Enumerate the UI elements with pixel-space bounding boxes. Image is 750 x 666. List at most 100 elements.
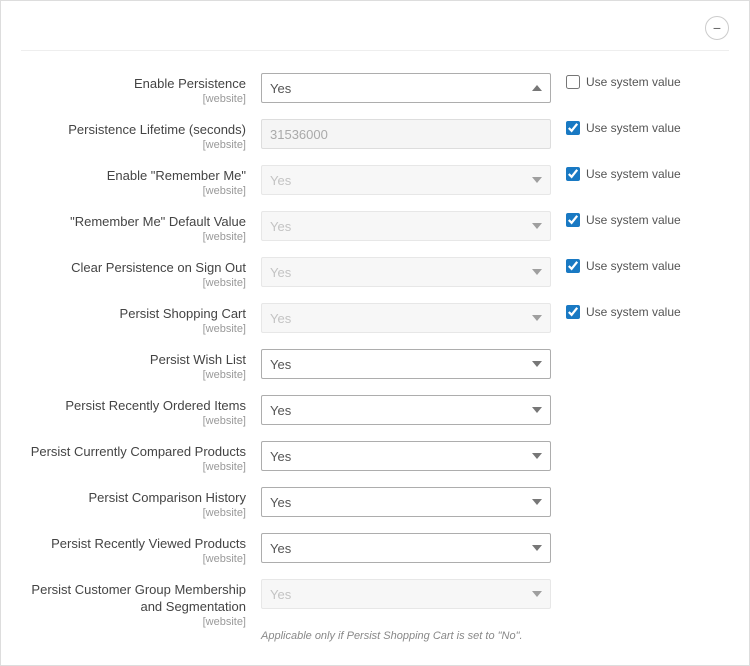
label-persist-comparison-history: Persist Comparison History (89, 490, 247, 505)
note-persist-customer-group: Applicable only if Persist Shopping Cart… (261, 630, 729, 642)
label-col-persist-customer-group: Persist Customer Group Membership and Se… (21, 575, 261, 628)
system-value-label-persist-shopping-cart[interactable]: Use system value (566, 305, 711, 319)
extra-col-persist-wish-list (551, 345, 711, 351)
label-col-persistence-lifetime: Persistence Lifetime (seconds) [website] (21, 115, 261, 151)
scope-persistence-lifetime: [website] (21, 139, 246, 151)
control-col-persist-comparison-history: Yes (261, 483, 551, 517)
system-value-label-persistence-lifetime[interactable]: Use system value (566, 121, 711, 135)
label-persist-wish-list: Persist Wish List (150, 352, 246, 367)
collapse-button[interactable]: − (705, 16, 729, 40)
form-row-persistence-lifetime: Persistence Lifetime (seconds) [website] U… (21, 115, 729, 153)
system-value-checkbox-persistence-lifetime[interactable] (566, 121, 580, 135)
scope-persist-wish-list: [website] (21, 369, 246, 381)
label-col-persist-recently-viewed: Persist Recently Viewed Products [website… (21, 529, 261, 565)
form-row-persist-wish-list: Persist Wish List [website] Yes (21, 345, 729, 383)
select-persist-currently-compared[interactable]: Yes (261, 441, 551, 471)
system-value-checkbox-enable-remember-me[interactable] (566, 167, 580, 181)
control-col-enable-remember-me: Yes (261, 161, 551, 195)
control-col-clear-persistence-sign-out: Yes (261, 253, 551, 287)
label-col-enable-persistence: Enable Persistence [website] (21, 69, 261, 105)
extra-col-persist-comparison-history (551, 483, 711, 489)
system-value-checkbox-enable-persistence[interactable] (566, 75, 580, 89)
label-col-persist-shopping-cart: Persist Shopping Cart [website] (21, 299, 261, 335)
scope-persist-shopping-cart: [website] (21, 323, 246, 335)
label-col-remember-me-default: "Remember Me" Default Value [website] (21, 207, 261, 243)
select-persist-comparison-history[interactable]: Yes (261, 487, 551, 517)
label-persist-shopping-cart: Persist Shopping Cart (120, 306, 246, 321)
form-row-remember-me-default: "Remember Me" Default Value [website] Yes U… (21, 207, 729, 245)
scope-persist-comparison-history: [website] (21, 507, 246, 519)
control-col-persist-recently-ordered: Yes (261, 391, 551, 425)
label-persist-currently-compared: Persist Currently Compared Products (31, 444, 246, 459)
system-value-label-enable-persistence[interactable]: Use system value (566, 75, 711, 89)
extra-col-persist-shopping-cart: Use system value (551, 299, 711, 319)
control-col-persist-currently-compared: Yes (261, 437, 551, 471)
extra-col-persist-customer-group (551, 575, 711, 581)
select-remember-me-default: Yes (261, 211, 551, 241)
label-col-persist-comparison-history: Persist Comparison History [website] (21, 483, 261, 519)
label-col-persist-currently-compared: Persist Currently Compared Products [webs… (21, 437, 261, 473)
select-persist-customer-group: Yes (261, 579, 551, 609)
scope-enable-remember-me: [website] (21, 185, 246, 197)
system-value-label-enable-remember-me[interactable]: Use system value (566, 167, 711, 181)
extra-col-persist-recently-ordered (551, 391, 711, 397)
scope-clear-persistence-sign-out: [website] (21, 277, 246, 289)
control-col-remember-me-default: Yes (261, 207, 551, 241)
select-enable-remember-me: Yes (261, 165, 551, 195)
label-col-persist-recently-ordered: Persist Recently Ordered Items [website] (21, 391, 261, 427)
form-row-enable-persistence: Enable Persistence [website] Yes Use system… (21, 69, 729, 107)
label-col-clear-persistence-sign-out: Clear Persistence on Sign Out [website] (21, 253, 261, 289)
scope-persist-recently-viewed: [website] (21, 553, 246, 565)
collapse-icon: − (713, 20, 721, 36)
form-row-persist-currently-compared: Persist Currently Compared Products [webs… (21, 437, 729, 475)
system-value-label-clear-persistence-sign-out[interactable]: Use system value (566, 259, 711, 273)
scope-remember-me-default: [website] (21, 231, 246, 243)
section-header: − (21, 16, 729, 51)
input-persistence-lifetime (261, 119, 551, 149)
select-persist-recently-ordered[interactable]: Yes (261, 395, 551, 425)
control-col-enable-persistence: Yes (261, 69, 551, 103)
extra-col-enable-remember-me: Use system value (551, 161, 711, 181)
general-options-section: − Enable Persistence [website] Yes Use syst… (0, 0, 750, 666)
extra-col-remember-me-default: Use system value (551, 207, 711, 227)
label-clear-persistence-sign-out: Clear Persistence on Sign Out (71, 260, 246, 275)
system-value-checkbox-remember-me-default[interactable] (566, 213, 580, 227)
extra-col-enable-persistence: Use system value (551, 69, 711, 89)
control-col-persist-shopping-cart: Yes (261, 299, 551, 333)
form-row-persist-shopping-cart: Persist Shopping Cart [website] Yes Use sys… (21, 299, 729, 337)
form-row-persist-comparison-history: Persist Comparison History [website] Yes (21, 483, 729, 521)
select-persist-recently-viewed[interactable]: Yes (261, 533, 551, 563)
extra-col-persist-currently-compared (551, 437, 711, 443)
system-value-checkbox-persist-shopping-cart[interactable] (566, 305, 580, 319)
form-rows: Enable Persistence [website] Yes Use system… (21, 69, 729, 642)
select-clear-persistence-sign-out: Yes (261, 257, 551, 287)
form-row-persist-recently-ordered: Persist Recently Ordered Items [website] Y… (21, 391, 729, 429)
control-col-persist-wish-list: Yes (261, 345, 551, 379)
label-remember-me-default: "Remember Me" Default Value (70, 214, 246, 229)
label-persistence-lifetime: Persistence Lifetime (seconds) (68, 122, 246, 137)
form-row-clear-persistence-sign-out: Clear Persistence on Sign Out [website] Ye… (21, 253, 729, 291)
label-col-enable-remember-me: Enable "Remember Me" [website] (21, 161, 261, 197)
form-row-enable-remember-me: Enable "Remember Me" [website] Yes Use syst… (21, 161, 729, 199)
label-persist-customer-group: Persist Customer Group Membership and Se… (31, 582, 246, 614)
select-enable-persistence[interactable]: Yes (261, 73, 551, 103)
scope-persist-customer-group: [website] (21, 616, 246, 628)
scope-persist-currently-compared: [website] (21, 461, 246, 473)
control-col-persist-recently-viewed: Yes (261, 529, 551, 563)
form-row-persist-customer-group: Persist Customer Group Membership and Se… (21, 575, 729, 628)
label-enable-persistence: Enable Persistence (134, 76, 246, 91)
label-persist-recently-ordered: Persist Recently Ordered Items (65, 398, 246, 413)
form-row-persist-recently-viewed: Persist Recently Viewed Products [website… (21, 529, 729, 567)
select-persist-wish-list[interactable]: Yes (261, 349, 551, 379)
extra-col-clear-persistence-sign-out: Use system value (551, 253, 711, 273)
system-value-checkbox-clear-persistence-sign-out[interactable] (566, 259, 580, 273)
control-col-persist-customer-group: Yes (261, 575, 551, 609)
label-enable-remember-me: Enable "Remember Me" (107, 168, 246, 183)
system-value-label-remember-me-default[interactable]: Use system value (566, 213, 711, 227)
label-col-persist-wish-list: Persist Wish List [website] (21, 345, 261, 381)
control-col-persistence-lifetime (261, 115, 551, 149)
label-persist-recently-viewed: Persist Recently Viewed Products (51, 536, 246, 551)
extra-col-persist-recently-viewed (551, 529, 711, 535)
scope-persist-recently-ordered: [website] (21, 415, 246, 427)
scope-enable-persistence: [website] (21, 93, 246, 105)
